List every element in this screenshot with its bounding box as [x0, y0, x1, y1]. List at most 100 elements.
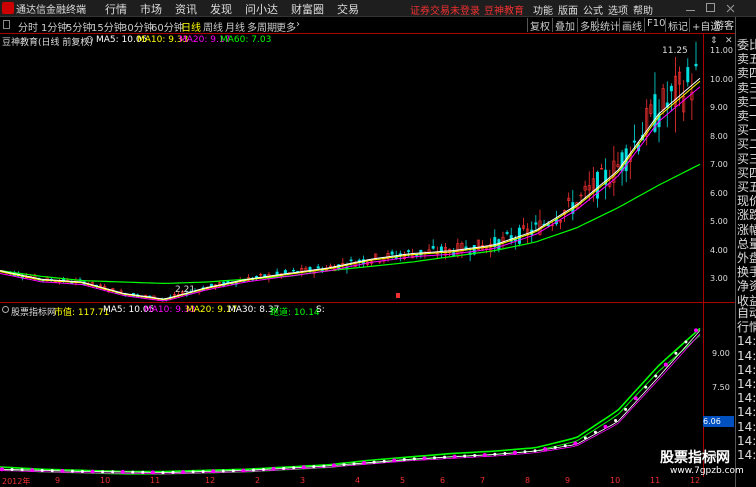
sub-s-label: S: — [316, 305, 325, 315]
quote-field-label: 买一 — [737, 123, 756, 138]
period-tab-15m[interactable]: 15分钟 — [91, 19, 124, 34]
signal-marker — [312, 465, 316, 469]
signal-marker — [684, 340, 688, 344]
signal-marker — [90, 469, 95, 474]
signal-marker — [331, 463, 336, 468]
tool-adjust[interactable]: 复权 — [527, 18, 550, 33]
period-tab-60m[interactable]: 60分钟 — [151, 19, 184, 34]
minimize-icon[interactable] — [686, 3, 695, 11]
event-marker-icon[interactable] — [396, 293, 400, 298]
ma5-line — [0, 77, 701, 300]
period-tab-1m[interactable]: 1分钟 — [41, 19, 67, 34]
signal-marker — [262, 467, 266, 471]
signal-marker — [493, 452, 497, 456]
sub-mktcap-label: 市值: 117.71 — [54, 308, 110, 318]
menu-item-ask[interactable]: 问小达 — [245, 1, 278, 17]
period-tab-multi[interactable]: 多周期 — [247, 19, 277, 34]
signal-marker — [60, 468, 65, 473]
candle-body — [390, 251, 394, 255]
period-tab-monthly[interactable]: 月线 — [225, 19, 245, 34]
period-tab-30m[interactable]: 30分钟 — [121, 19, 154, 34]
signal-marker — [512, 450, 517, 455]
chart-close-icon[interactable]: ✕ — [725, 36, 733, 46]
signal-marker — [382, 459, 386, 463]
menu-item-trade[interactable]: 交易 — [337, 1, 359, 17]
candle-body — [275, 271, 279, 275]
main-ma-lines — [0, 77, 701, 302]
chart-canvas — [0, 41, 701, 475]
price-tick-label: 9.00 — [710, 103, 728, 113]
more-chevron-icon[interactable]: › — [296, 19, 300, 30]
signal-marker — [251, 468, 255, 472]
date-axis-label: 3 — [300, 476, 306, 485]
menu-formula[interactable]: 公式 — [583, 2, 603, 17]
signal-marker — [523, 450, 527, 454]
menu-help[interactable]: 帮助 — [633, 2, 653, 17]
tool-draw[interactable]: 画线 — [619, 18, 642, 33]
tool-overlay[interactable]: 叠加 — [552, 18, 575, 33]
tool-mark[interactable]: 标记 — [665, 18, 688, 33]
menu-item-news[interactable]: 资讯 — [175, 1, 197, 17]
menu-options[interactable]: 选项 — [608, 2, 628, 17]
sub-ma10-line — [0, 333, 701, 475]
close-icon[interactable] — [726, 3, 735, 13]
indicator-settings-icon[interactable] — [2, 306, 9, 313]
guest-label[interactable]: 游客 — [714, 17, 734, 32]
tick-time-label[interactable]: 行情 — [737, 320, 756, 334]
menu-layout[interactable]: 版面 — [558, 2, 578, 17]
period-tab-daily[interactable]: 日线 — [181, 19, 201, 34]
maximize-icon[interactable] — [706, 3, 715, 12]
price-tick-label: 11.00 — [710, 46, 733, 56]
quote-field-label: 卖三 — [737, 80, 756, 95]
signal-marker — [663, 362, 668, 367]
quote-field-label: 买三 — [737, 151, 756, 166]
indicator-lines — [0, 327, 701, 475]
tick-time-label[interactable]: 自动 — [737, 306, 756, 320]
signal-marker — [563, 444, 567, 448]
tick-time-label: 14:5 — [737, 448, 756, 463]
date-axis-label: 9 — [565, 476, 571, 485]
period-tab-5m[interactable]: 5分钟 — [66, 19, 92, 34]
trade-login-link[interactable]: 证券交易未登录 — [410, 2, 480, 17]
quote-field-label: 买二 — [737, 137, 756, 152]
signal-marker — [452, 454, 457, 459]
price-tick-label: 4.00 — [710, 245, 728, 255]
date-axis-label: 5 — [400, 476, 406, 485]
date-axis-label: 2012年 — [2, 477, 31, 486]
signal-marker — [301, 465, 306, 470]
period-tab-weekly[interactable]: 周线 — [203, 19, 223, 34]
high-price-label: 11.25 — [662, 46, 688, 56]
tick-time-label: 14:5 — [737, 334, 756, 349]
signal-marker — [50, 469, 54, 473]
indicator-name: 股票指标网 — [11, 308, 57, 318]
signal-marker — [120, 469, 125, 474]
signal-marker — [553, 445, 557, 449]
tool-f10[interactable]: F10 — [644, 18, 665, 32]
candle-body — [226, 280, 230, 284]
candle-body — [283, 270, 287, 274]
period-tab-intraday[interactable]: 分时 — [18, 19, 38, 34]
signal-marker — [644, 385, 648, 389]
period-tab-more[interactable]: 更多 — [276, 19, 296, 34]
chart-collapse-icon[interactable]: ⇕ — [710, 36, 718, 46]
signal-marker — [422, 456, 427, 461]
menu-item-quotes[interactable]: 行情 — [105, 1, 127, 17]
date-axis-label: 2 — [255, 476, 261, 485]
menu-item-market[interactable]: 市场 — [140, 1, 162, 17]
tick-time-label: 14:5 — [737, 391, 756, 406]
candle-body — [349, 259, 353, 262]
panel-toggle-icon[interactable] — [3, 20, 10, 29]
tool-stats[interactable]: 统计 — [597, 18, 620, 33]
stock-name-link[interactable]: 豆神教育 — [484, 2, 524, 17]
price-tick-label: 3.00 — [710, 274, 728, 284]
period-toolbar: 分时 1分钟 5分钟 15分钟 30分钟 60分钟 日线 周线 月线 多周期 更… — [0, 17, 735, 34]
price-tick-label: 8.00 — [710, 131, 728, 141]
date-axis-label: 7 — [480, 476, 486, 485]
signal-marker — [412, 457, 416, 461]
menu-function[interactable]: 功能 — [533, 2, 553, 17]
signal-marker — [463, 454, 467, 458]
menu-item-wealth[interactable]: 财富圈 — [291, 1, 324, 17]
price-tick-label: 7.00 — [710, 160, 728, 170]
signal-marker — [161, 471, 165, 475]
menu-item-discover[interactable]: 发现 — [210, 1, 232, 17]
